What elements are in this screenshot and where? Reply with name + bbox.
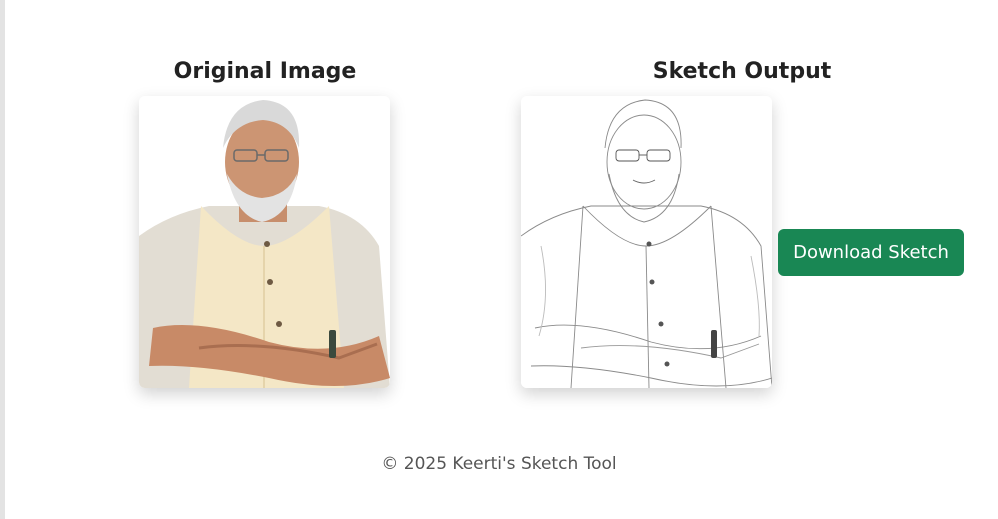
original-image-title: Original Image bbox=[173, 59, 357, 84]
page-left-border bbox=[0, 0, 5, 519]
sketch-image bbox=[521, 96, 772, 388]
sketch-portrait-graphic bbox=[521, 96, 772, 388]
original-image bbox=[139, 96, 390, 388]
sketch-output-title: Sketch Output bbox=[652, 59, 832, 84]
footer-copyright: © 2025 Keerti's Sketch Tool bbox=[381, 454, 617, 474]
download-sketch-button[interactable]: Download Sketch bbox=[778, 229, 964, 276]
original-portrait-graphic bbox=[139, 96, 390, 388]
